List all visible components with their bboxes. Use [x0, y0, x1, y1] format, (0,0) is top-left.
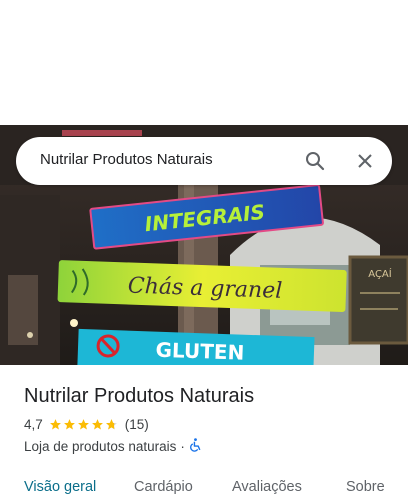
star-icon [77, 419, 89, 430]
place-title: Nutrilar Produtos Naturais [24, 385, 255, 407]
review-count[interactable]: (15) [125, 417, 149, 432]
blank-top-area [0, 0, 408, 125]
tab-menu[interactable]: Cardápio [134, 479, 193, 495]
star-half-icon [105, 419, 117, 430]
place-category: Loja de produtos naturais [24, 439, 177, 454]
rating-value: 4,7 [24, 417, 43, 432]
star-icon [63, 419, 75, 430]
star-icon [91, 419, 103, 430]
wheelchair-icon [189, 438, 202, 455]
tab-overview[interactable]: Visão geral [24, 479, 96, 495]
tab-reviews[interactable]: Avaliações [232, 479, 302, 495]
star-icon [49, 419, 61, 430]
star-rating [49, 418, 119, 431]
separator-dot: · [180, 439, 185, 454]
search-bar[interactable]: Nutrilar Produtos Naturais [16, 137, 392, 185]
tab-bar: Visão geral Cardápio Avaliações Sobre [0, 477, 408, 497]
rating-row[interactable]: 4,7 (15) [24, 417, 149, 432]
tab-about[interactable]: Sobre [346, 479, 385, 495]
search-input[interactable]: Nutrilar Produtos Naturais [40, 151, 213, 168]
svg-text:GLUTEN: GLUTEN [155, 338, 245, 365]
close-icon[interactable] [353, 149, 377, 173]
place-info-panel: Nutrilar Produtos Naturais 4,7 (15) Loja… [0, 365, 408, 495]
category-row: Loja de produtos naturais · [24, 438, 202, 455]
svg-text:AÇAÍ: AÇAÍ [368, 267, 391, 280]
search-icon[interactable] [303, 149, 327, 173]
